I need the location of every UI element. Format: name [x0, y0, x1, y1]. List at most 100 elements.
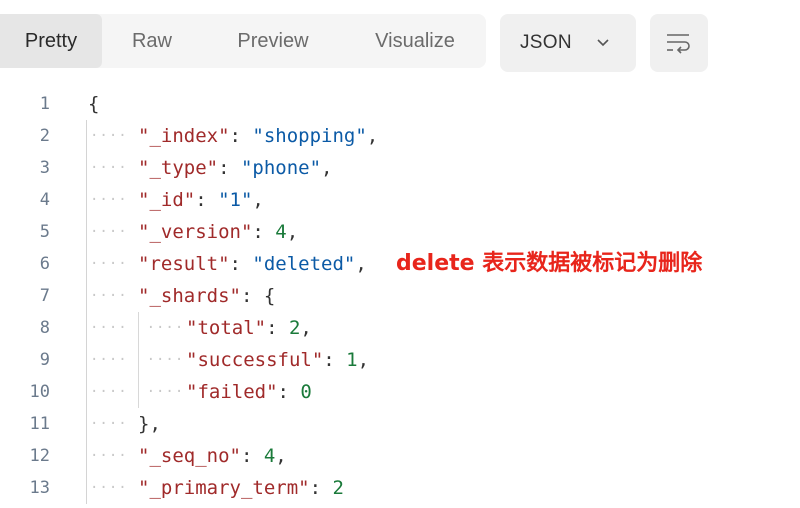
line-number: 3 [39, 158, 50, 178]
code-text: { [88, 88, 99, 120]
code-text: "_type": "phone", [138, 152, 333, 184]
code-text: "_shards": { [138, 280, 275, 312]
code-line: 13 ···· "_primary_term": 2 [0, 472, 800, 504]
token: : [195, 189, 219, 211]
format-select[interactable]: JSON [500, 14, 636, 72]
token: "result" [138, 253, 230, 275]
indent-guide [86, 216, 87, 248]
token: }, [138, 413, 161, 435]
indent-guide [86, 472, 87, 504]
tab-preview[interactable]: Preview [214, 14, 332, 68]
response-toolbar: Pretty Raw Preview Visualize JSON [0, 0, 800, 80]
code-line: 2 ···· "_index": "shopping", [0, 120, 800, 152]
token: : [309, 477, 333, 499]
line-number: 2 [39, 126, 50, 146]
code-text: "total": 2, [186, 312, 312, 344]
line-number: 9 [39, 350, 50, 370]
code-line: 12 ···· "_seq_no": 4, [0, 440, 800, 472]
response-body[interactable]: 1{2 ···· "_index": "shopping", 3 ···· "_type"… [0, 88, 800, 508]
indent-guide [86, 344, 87, 376]
code-text: "successful": 1, [186, 344, 369, 376]
whitespace-dots: ···· ···· [90, 352, 185, 368]
token: "shopping" [252, 125, 367, 147]
code-line: 7 ···· "_shards": { [0, 280, 800, 312]
token: , [275, 445, 287, 467]
token: , [300, 317, 312, 339]
indent-guide [86, 440, 87, 472]
token: 1 [346, 349, 358, 371]
whitespace-dots: ···· ···· [90, 384, 185, 400]
token: "_primary_term" [138, 477, 310, 499]
code-line: 1{ [0, 88, 800, 120]
token: 2 [332, 477, 344, 499]
token: { [88, 93, 100, 115]
code-line: 10 ···· ···· "failed": 0 [0, 376, 800, 408]
code-line: 9 ···· ···· "successful": 1, [0, 344, 800, 376]
token: : { [240, 285, 276, 307]
code-line: 11 ····}, [0, 408, 800, 440]
token: "successful" [186, 349, 324, 371]
code-text: "result": "deleted", [138, 248, 367, 280]
indent-guide [86, 312, 87, 344]
line-number: 5 [39, 222, 50, 242]
whitespace-dots: ···· [90, 256, 128, 272]
token: : [229, 125, 253, 147]
token: : [229, 253, 253, 275]
indent-guide [86, 152, 87, 184]
indent-guide [86, 184, 87, 216]
tab-pretty[interactable]: Pretty [0, 14, 102, 68]
token: : [252, 221, 276, 243]
line-number: 13 [29, 478, 50, 498]
token: "total" [186, 317, 267, 339]
whitespace-dots: ···· [90, 160, 128, 176]
token: : [218, 157, 241, 179]
code-text: "_index": "shopping", [138, 120, 378, 152]
code-text: "_seq_no": 4, [138, 440, 287, 472]
code-line: 3 ···· "_type": "phone", [0, 152, 800, 184]
code-text: "_primary_term": 2 [138, 472, 344, 504]
token: , [357, 349, 370, 371]
token: , [355, 253, 367, 275]
token: , [286, 221, 299, 243]
code-text: }, [138, 408, 161, 440]
whitespace-dots: ···· [90, 448, 128, 464]
wrap-lines-button[interactable] [650, 14, 708, 72]
line-number: 11 [29, 414, 50, 434]
indent-guide [86, 408, 87, 440]
token: , [252, 189, 264, 211]
token: 0 [300, 381, 312, 403]
token: "phone" [240, 157, 322, 179]
whitespace-dots: ···· [90, 288, 128, 304]
view-tabs: Pretty Raw Preview Visualize [0, 14, 486, 68]
line-number: 1 [39, 94, 50, 114]
code-text: "_id": "1", [138, 184, 264, 216]
token: , [321, 157, 333, 179]
token: : [277, 381, 301, 403]
tab-raw[interactable]: Raw [110, 14, 194, 68]
token: 4 [263, 445, 276, 467]
indent-guide [86, 120, 87, 152]
tab-visualize[interactable]: Visualize [350, 14, 480, 68]
whitespace-dots: ···· [90, 128, 128, 144]
indent-guide [86, 280, 87, 312]
token: "_version" [138, 221, 253, 243]
token: : [323, 349, 347, 371]
annotation-text: delete 表示数据被标记为删除 [396, 251, 703, 276]
indent-guide [86, 248, 87, 280]
line-number: 7 [39, 286, 50, 306]
whitespace-dots: ···· [90, 192, 128, 208]
whitespace-dots: ···· [90, 416, 128, 432]
wrap-lines-icon [667, 34, 690, 54]
whitespace-dots: ···· ···· [90, 320, 185, 336]
line-number: 8 [39, 318, 50, 338]
line-number: 4 [39, 190, 50, 210]
indent-guide [86, 376, 87, 408]
token: : [266, 317, 289, 339]
token: "failed" [186, 381, 278, 403]
line-number: 6 [39, 254, 50, 274]
token: "1" [218, 189, 253, 211]
format-select-label: JSON [520, 32, 572, 53]
token: "_index" [138, 125, 230, 147]
chevron-down-icon [597, 39, 609, 47]
token: , [366, 125, 379, 147]
